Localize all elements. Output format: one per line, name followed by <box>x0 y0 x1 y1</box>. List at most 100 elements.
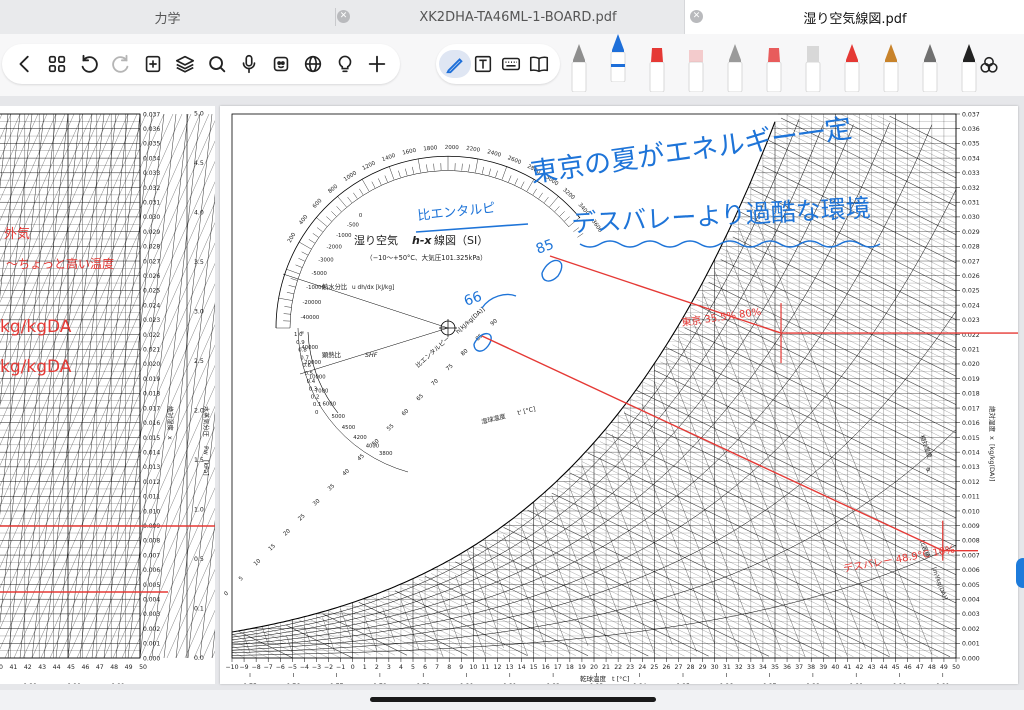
ballpoint-tool-icon[interactable] <box>607 30 629 83</box>
annotation-85: 85 <box>534 237 556 258</box>
protractor-label: 200 <box>287 232 298 245</box>
redo-icon[interactable] <box>106 44 136 84</box>
pen-tool-icon[interactable] <box>439 44 471 84</box>
left-y-tick-label: 0.014 <box>143 449 160 456</box>
psychrometric-chart-page[interactable]: −10 −9 −8 −7 −6 −5 −4 −3 −2 −1 0 1 2 3 4 5 6 7 8 9 10 11 12 13 1… <box>220 106 1018 684</box>
left-y-tick-label: 0.028 <box>143 244 160 251</box>
fountain-pen-tool-icon[interactable] <box>919 40 941 93</box>
x-tick-label: 30 <box>711 664 719 671</box>
enthalpy-line <box>660 355 957 502</box>
document-viewport[interactable]: 0.000 0.001 0.002 0.003 0.004 0.005 0.006 0.007… <box>0 96 1024 690</box>
protractor-label: 2200 <box>466 146 481 154</box>
marker-tool-icon[interactable] <box>646 40 668 93</box>
add-page-icon[interactable] <box>138 44 168 84</box>
color-palette-icon[interactable] <box>974 45 1004 85</box>
globe-icon[interactable] <box>298 44 328 84</box>
enthalpy-tick-label: 65 <box>416 393 426 403</box>
close-tab-icon[interactable]: ✕ <box>337 10 350 23</box>
sv-tick-label: 0.89 <box>849 683 863 684</box>
previous-page[interactable]: 0.000 0.001 0.002 0.003 0.004 0.005 0.006 0.007… <box>0 106 215 684</box>
x-tick-label: 18 <box>566 664 574 671</box>
left-volume-line <box>211 628 215 659</box>
fountain-pen-tool-icon[interactable] <box>880 40 902 93</box>
tab-mechanics[interactable]: 力学 <box>0 0 335 34</box>
enthalpy-line <box>364 599 480 656</box>
ballpoint-tool-icon[interactable] <box>841 40 863 93</box>
close-tab-icon[interactable]: ✕ <box>690 10 703 23</box>
protractor-tick <box>508 175 512 183</box>
book-icon[interactable] <box>524 44 554 84</box>
eraser-tool-icon[interactable] <box>685 40 707 93</box>
left-sv-tick-label: 0.89 <box>23 683 37 684</box>
lightbulb-icon[interactable] <box>330 44 360 84</box>
fountain-pen-tool-icon[interactable] <box>568 40 590 93</box>
shf-tick-label: 0.5 <box>305 371 314 377</box>
pencil-tool-icon[interactable] <box>724 40 746 93</box>
x-tick-label: −6 <box>276 664 285 671</box>
sv-tick-label: 0.83 <box>590 683 604 684</box>
tab-board-pdf[interactable]: XK2DHA-TA46ML-1-BOARD.pdf <box>352 0 684 34</box>
moisture-tick-label: -500 <box>347 222 360 228</box>
keyboard-icon[interactable] <box>496 44 526 84</box>
sticker-icon[interactable] <box>266 44 296 84</box>
left-axis-titles: 絶対湿度 x <box>166 406 174 440</box>
plus-icon[interactable] <box>362 44 392 84</box>
x-tick-label: 13 <box>506 664 514 671</box>
sv-tick-label: 0.77 <box>330 683 344 684</box>
protractor: 2004006008001000120014001600 1800 2000 2200… <box>275 145 603 473</box>
x-tick-label: 50 <box>952 664 960 671</box>
sv-tick-label: 0.86 <box>719 683 733 684</box>
left-pressure-tick-label: 4.5 <box>194 160 204 167</box>
left-enthalpy-line <box>157 528 215 659</box>
tab-psychrometric-chart[interactable]: 湿り空気線図.pdf <box>684 0 1024 34</box>
navigation-toolbar <box>2 44 400 84</box>
highlighter-tool-icon[interactable] <box>763 40 785 93</box>
enthalpy-line <box>250 631 305 658</box>
shf-tick-label: 0.9 <box>296 340 305 346</box>
left-enthalpy-line <box>211 650 215 659</box>
protractor-tick <box>412 166 414 174</box>
enthalpy-line <box>400 587 540 656</box>
enthalpy-line <box>461 558 661 657</box>
enthalpy-line <box>406 584 552 656</box>
y-tick-label: 0.021 <box>962 347 980 354</box>
pen-tray <box>562 34 977 96</box>
left-y-tick-label: 0.030 <box>143 214 160 221</box>
x-tick-label: 23 <box>626 664 634 671</box>
back-icon[interactable] <box>10 44 40 84</box>
x-tick-label: 3 <box>387 664 391 671</box>
protractor-tick <box>482 166 484 174</box>
shf-tick-label: 0.8 <box>298 348 307 354</box>
protractor-label: 400 <box>298 214 309 226</box>
annotation-title-line2: デスバレーより過酷な環境 <box>571 193 872 238</box>
left-chart-grid <box>0 113 215 659</box>
protractor-label: 2600 <box>507 155 523 166</box>
home-indicator[interactable] <box>370 697 656 702</box>
ruler-tool-icon[interactable] <box>802 40 824 93</box>
chart-title-suffix: 線図（SI） <box>434 233 488 247</box>
protractor-tick <box>331 211 337 217</box>
x-tick-label: 5 <box>411 664 415 671</box>
sv-tick-label: 0.80 <box>460 683 474 684</box>
y-tick-label: 0.024 <box>962 302 980 309</box>
text-box-icon[interactable] <box>468 44 498 84</box>
undo-icon[interactable] <box>74 44 104 84</box>
scroll-handle[interactable] <box>1016 558 1024 588</box>
x-tick-label: 6 <box>423 664 427 671</box>
enthalpy-line <box>636 395 957 553</box>
layers-icon[interactable] <box>170 44 200 84</box>
protractor-label: 3200 <box>561 187 576 201</box>
relative-humidity-label: 相対湿度 <box>918 434 934 459</box>
x-tick-label: 38 <box>807 664 815 671</box>
grid-icon[interactable] <box>42 44 72 84</box>
left-y-tick-label: 0.034 <box>143 155 160 162</box>
search-icon[interactable] <box>202 44 232 84</box>
y-tick-label: 0.034 <box>962 155 980 162</box>
microphone-icon[interactable] <box>234 44 264 84</box>
left-pw-label: Pw <box>202 446 209 455</box>
x-tick-label: −5 <box>288 664 297 671</box>
x-tick-label: 43 <box>868 664 876 671</box>
chart-subtitle: （−10〜+50°C、大気圧101.325kPa） <box>366 253 487 262</box>
specific-volume-unit: [m³/kg(DA)] <box>930 566 948 601</box>
enthalpy-line <box>268 628 329 658</box>
